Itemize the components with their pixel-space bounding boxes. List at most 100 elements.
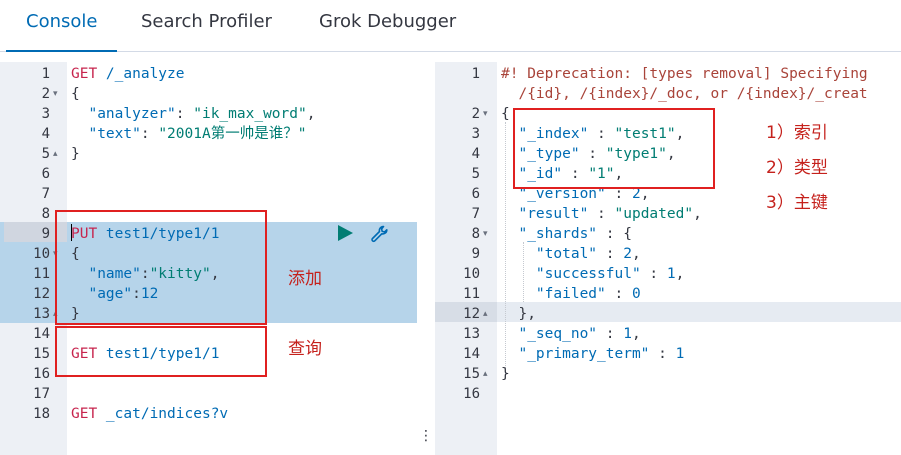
code-text: GET _cat/indices?v (71, 404, 228, 424)
code-token: GET (71, 406, 98, 422)
line-number: 9 (41, 226, 50, 242)
request-line: 17 (0, 384, 417, 404)
line-number: 6 (471, 186, 480, 202)
response-line: 10 "successful" : 1, (435, 264, 901, 284)
line-number: 18 (33, 406, 50, 422)
code-token: "_shards" (501, 226, 598, 242)
response-line: 8 ▾ "_shards" : { (435, 224, 901, 244)
code-token: /_analyze (97, 66, 185, 82)
code-token: "result" (501, 206, 589, 222)
line-number: 16 (33, 366, 50, 382)
code-token: "text" (71, 126, 141, 142)
request-line: 5 ▴} (0, 144, 417, 164)
code-token: /{id}, /{index}/_doc, or /{index}/_creat (501, 86, 868, 102)
tab-console[interactable]: Console (5, 0, 119, 52)
code-token: "analyzer" (71, 106, 176, 122)
response-line: 1 #! Deprecation: [types removal] Specify… (435, 64, 901, 84)
response-line: 12 ▴ }, (435, 304, 901, 324)
code-token: : (649, 346, 676, 362)
request-line: 6 (0, 164, 417, 184)
code-token: 1 (623, 326, 632, 342)
code-token: : (588, 206, 615, 222)
code-token: , (693, 206, 702, 222)
code-text: "result" : "updated", (501, 204, 702, 224)
code-text: #! Deprecation: [types removal] Specifyi… (501, 64, 868, 84)
code-text: }, (501, 304, 535, 324)
line-number: 10 (463, 266, 480, 282)
line-number: 4 (471, 146, 480, 162)
fold-open-icon[interactable]: ▾ (483, 104, 488, 124)
line-number (435, 84, 480, 104)
code-token: : (597, 326, 624, 342)
line-number: 14 (463, 346, 480, 362)
fold-open-icon[interactable]: ▾ (483, 224, 488, 244)
code-token: _cat/indices?v (97, 406, 229, 422)
code-text: } (501, 364, 510, 384)
line-number: 9 (471, 246, 480, 262)
code-token: #! Deprecation: [types removal] Specifyi… (501, 66, 868, 82)
code-token: { (71, 86, 80, 102)
code-text: "total" : 2, (501, 244, 641, 264)
request-line: 7 (0, 184, 417, 204)
response-line: 9 "total" : 2, (435, 244, 901, 264)
code-token: "successful" (501, 266, 641, 282)
code-token: 0 (631, 286, 641, 302)
code-text: "analyzer": "ik_max_word", (71, 104, 315, 124)
wrench-icon[interactable] (370, 225, 390, 243)
code-token: 1 (666, 266, 676, 282)
line-number: 10 (33, 246, 50, 262)
line-number: 4 (41, 126, 50, 142)
vertical-dots-icon[interactable]: ⋮ (419, 426, 433, 446)
fold-open-icon[interactable]: ▾ (53, 84, 58, 104)
tab-search-profiler[interactable]: Search Profiler (141, 0, 272, 52)
code-token: , (675, 266, 685, 282)
line-number: 11 (463, 286, 480, 302)
code-token: { (501, 106, 510, 122)
code-token: "total" (501, 246, 598, 262)
line-number: 5 (471, 166, 480, 182)
line-number: 5 (41, 146, 50, 162)
fold-close-icon[interactable]: ▴ (483, 364, 488, 384)
code-text: "failed" : 0 (501, 284, 641, 304)
code-token: : (640, 266, 667, 282)
code-token: "failed" (501, 286, 606, 302)
fold-close-icon[interactable]: ▴ (483, 304, 488, 324)
code-token: : { (597, 226, 632, 242)
fold-close-icon[interactable]: ▴ (53, 144, 58, 164)
line-number: 8 (471, 226, 480, 242)
line-number: 3 (41, 106, 50, 122)
response-line: 13 "_seq_no" : 1, (435, 324, 901, 344)
annotation-add: 添加 (288, 269, 322, 289)
line-number: 14 (33, 326, 50, 342)
line-number: 3 (471, 126, 480, 142)
code-text: "_shards" : { (501, 224, 632, 244)
line-number: 2 (471, 106, 480, 122)
code-text: "text": "2001A第一帅是谁？" (71, 124, 306, 144)
play-icon[interactable] (338, 225, 353, 241)
line-number: 7 (41, 186, 50, 202)
line-number: 8 (41, 206, 50, 222)
code-token: "ik_max_word" (193, 106, 307, 122)
request-line: 18 GET _cat/indices?v (0, 404, 417, 424)
code-text: "_seq_no" : 1, (501, 324, 641, 344)
request-line: 2 ▾ { (0, 84, 417, 104)
response-line: 14 "_primary_term" : 1 (435, 344, 901, 364)
code-token: "_seq_no" (501, 326, 598, 342)
line-number: 2 (41, 86, 50, 102)
line-number: 17 (33, 386, 50, 402)
code-text: "_primary_term" : 1 (501, 344, 684, 364)
line-number: 15 (33, 346, 50, 362)
line-number: 13 (463, 326, 480, 342)
code-token: , (306, 106, 316, 122)
response-line: /{id}, /{index}/_doc, or /{index}/_creat (435, 84, 901, 104)
annotation-index: 1）索引 (766, 123, 828, 143)
code-token: , (631, 326, 641, 342)
tab-grok-debugger[interactable]: Grok Debugger (319, 0, 456, 52)
code-token: "2001A第一帅是谁？" (158, 126, 307, 142)
request-line: 3 "analyzer": "ik_max_word", (0, 104, 417, 124)
code-text: { (71, 84, 80, 104)
add-highlight-box (55, 210, 267, 325)
code-token: "updated" (614, 206, 694, 222)
response-line: 11 "failed" : 0 (435, 284, 901, 304)
query-highlight-box (55, 326, 267, 377)
